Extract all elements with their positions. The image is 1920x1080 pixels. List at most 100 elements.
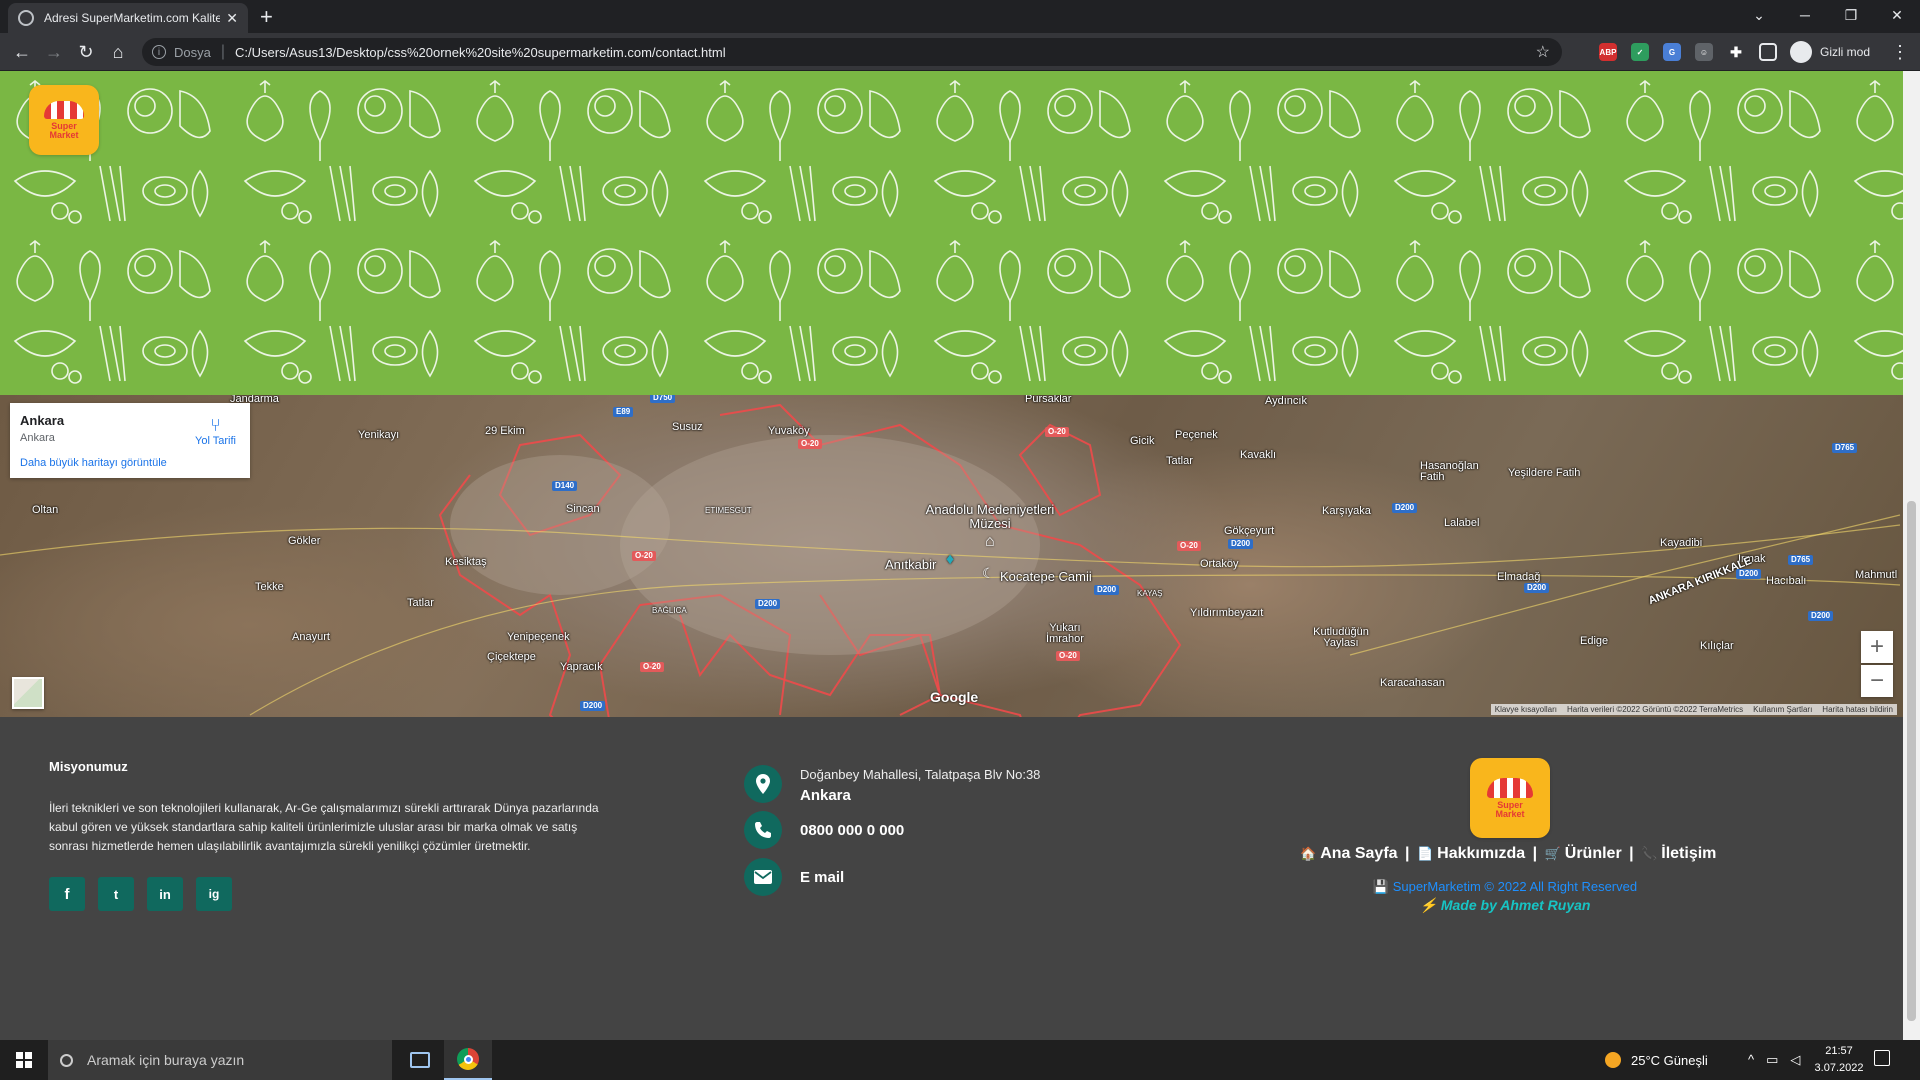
browser-menu-icon[interactable]: ⋮ (1888, 40, 1912, 64)
weather-widget[interactable]: 25°C Güneşli (1605, 1040, 1708, 1080)
weather-text: 25°C Güneşli (1631, 1052, 1708, 1068)
close-window-button[interactable]: ✕ (1874, 0, 1920, 30)
shield-extension-icon[interactable]: ✓ (1631, 43, 1649, 61)
road-shield-d750: D750 (650, 395, 676, 403)
start-button[interactable] (0, 1040, 48, 1080)
road-shield-o20-north: O-20 (1045, 427, 1069, 437)
scrollbar-thumb[interactable] (1907, 501, 1916, 1021)
map-label-pecenek: Peçenek (1175, 429, 1218, 441)
phone-icon (744, 811, 782, 849)
network-icon[interactable]: ▭ (1766, 1052, 1778, 1068)
info-icon[interactable]: i (152, 45, 166, 59)
address-url[interactable]: C:/Users/Asus13/Desktop/css%20ornek%20si… (235, 45, 726, 60)
notification-icon[interactable] (1874, 1050, 1890, 1066)
map-label-oltan: Oltan (32, 504, 59, 516)
map-label-kayadibi: Kayadibi (1660, 537, 1703, 549)
report-map-error-link[interactable]: Harita hatası bildirin (1822, 705, 1893, 714)
map-label-mahmutli: Mahmutl (1855, 569, 1898, 581)
map-zoom-out-button[interactable]: − (1861, 665, 1893, 697)
shop-awning-icon (44, 100, 84, 119)
home-button[interactable]: ⌂ (106, 40, 130, 64)
side-panel-icon[interactable] (1759, 43, 1777, 61)
footer-nav-products[interactable]: 🛒 Ürünler (1545, 845, 1622, 862)
map-label-yapracik: Yapracık (560, 661, 603, 673)
email-link[interactable]: E mail (800, 869, 844, 886)
search-icon (60, 1053, 73, 1067)
directions-icon: ⑂ (210, 415, 221, 435)
map-label-hasanoglan: Hasanoğlan Fatih (1420, 460, 1479, 483)
road-shield-d200-karsiyaka: D200 (1392, 503, 1418, 513)
floppy-icon: 💾 (1372, 879, 1390, 894)
close-tab-icon[interactable]: ✕ (226, 10, 238, 27)
map-place-card: Ankara Ankara ⑂ Yol Tarifi Daha büyük ha… (10, 403, 250, 478)
road-shield-d200-far-east: D200 (1808, 611, 1834, 621)
instagram-button[interactable]: ig (196, 877, 232, 911)
home-icon: 🏠 (1300, 846, 1317, 861)
map-label-anitkabir[interactable]: Anıtkabir (885, 557, 936, 572)
tab-search-icon[interactable]: ⌄ (1736, 0, 1782, 30)
museum-pin-icon[interactable]: ⌂ (985, 533, 995, 551)
system-tray: ^ ▭ ◁ (1748, 1052, 1800, 1068)
map-label-tatlar: Tatlar (1166, 455, 1193, 467)
page-scrollbar[interactable] (1903, 71, 1920, 1040)
person-extension-icon[interactable]: ☺ (1695, 43, 1713, 61)
cart-icon: 🛒 (1544, 846, 1561, 861)
map-zoom-in-button[interactable]: + (1861, 631, 1893, 663)
anitkabir-pin-icon[interactable]: ♦ (946, 551, 954, 569)
map-label-pursaklar: Pursaklar (1025, 395, 1072, 405)
map-label-tekke: Tekke (255, 581, 284, 593)
footer-logo[interactable]: Super Market (1470, 758, 1550, 838)
hero-vegetable-banner: Super Market (0, 71, 1903, 395)
google-logo: Google (930, 689, 979, 705)
map-label-kocatepe[interactable]: Kocatepe Camii (1000, 569, 1092, 584)
road-shield-d140: D140 (552, 481, 578, 491)
bookmark-star-icon[interactable]: ☆ (1536, 42, 1550, 62)
tray-chevron-icon[interactable]: ^ (1748, 1052, 1754, 1068)
road-shield-d765: D765 (1832, 443, 1858, 453)
clock-time: 21:57 (1825, 1045, 1853, 1057)
phone-number[interactable]: 0800 000 0 000 (800, 822, 904, 839)
map-label-yenipecenek: Yenipeçenek (507, 631, 570, 643)
reload-button[interactable]: ↻ (74, 40, 98, 64)
taskbar-search[interactable]: Aramak için buraya yazın (48, 1040, 392, 1080)
browser-tab[interactable]: Adresi SuperMarketim.com Kalite ✕ (8, 3, 248, 33)
adblock-extension-icon[interactable]: ABP (1599, 43, 1617, 61)
address-bar[interactable]: i Dosya | C:/Users/Asus13/Desktop/css%20… (142, 38, 1562, 66)
site-logo[interactable]: Super Market (29, 85, 99, 155)
footer-nav-about-label: Hakkımızda (1437, 845, 1526, 862)
nav-separator: | (1405, 845, 1410, 862)
linkedin-button[interactable]: in (147, 877, 183, 911)
mosque-pin-icon[interactable]: ☾ (982, 565, 995, 582)
volume-icon[interactable]: ◁ (1790, 1052, 1800, 1068)
taskbar-clock[interactable]: 21:57 3.07.2022 (1800, 1043, 1878, 1077)
keyboard-shortcuts-link[interactable]: Klavye kısayolları (1495, 705, 1557, 714)
incognito-profile-button[interactable]: Gizli mod (1790, 41, 1870, 63)
minimize-button[interactable]: ─ (1782, 0, 1828, 30)
google-map-embed[interactable]: Jandarma Pursaklar Aydıncık Yenikayı 29 … (0, 395, 1903, 717)
puzzle-extensions-icon[interactable]: ✚ (1727, 43, 1745, 61)
footer-nav-home[interactable]: 🏠 Ana Sayfa (1300, 845, 1398, 862)
nav-separator: | (1532, 845, 1538, 862)
footer-nav-contact[interactable]: 📞 İletişim (1641, 845, 1716, 862)
translate-extension-icon[interactable]: G (1663, 43, 1681, 61)
forward-button[interactable]: → (42, 40, 66, 64)
footer-nav-about[interactable]: 📄 Hakkımızda (1417, 845, 1525, 862)
back-button[interactable]: ← (10, 40, 34, 64)
map-label-aydincik: Aydıncık (1265, 395, 1307, 407)
chrome-taskbar-icon[interactable] (444, 1040, 492, 1080)
twitter-button[interactable]: t (98, 877, 134, 911)
map-label-29ekim: 29 Ekim (485, 425, 525, 437)
footer-logo-market: Market (1495, 808, 1525, 819)
logo-text-super: Super (51, 120, 77, 131)
map-label-hacibali: Hacıbalı (1766, 575, 1807, 587)
map-type-toggle[interactable] (12, 677, 44, 709)
new-tab-button[interactable]: + (260, 4, 273, 30)
directions-button[interactable]: ⑂ Yol Tarifi (195, 415, 236, 447)
restore-button[interactable]: ❐ (1828, 0, 1874, 30)
view-larger-map-link[interactable]: Daha büyük haritayı görüntüle (20, 457, 167, 469)
facebook-button[interactable]: f (49, 877, 85, 911)
terms-of-use-link[interactable]: Kullanım Şartları (1753, 705, 1812, 714)
task-view-icon[interactable] (396, 1040, 444, 1080)
address-line-1: Doğanbey Mahallesi, Talatpaşa Blv No:38 (800, 767, 1041, 782)
map-label-anadolu-museum[interactable]: Anadolu Medeniyetleri Müzesi (920, 503, 1060, 531)
